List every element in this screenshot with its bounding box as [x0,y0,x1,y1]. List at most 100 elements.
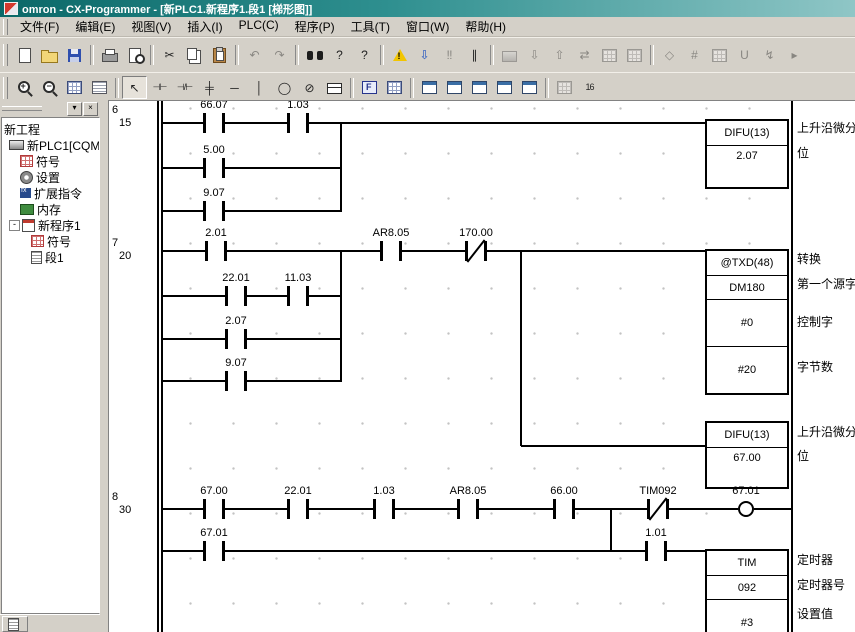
new-coil-button[interactable]: ◯ [272,76,297,99]
cross-reference-button[interactable] [707,44,732,67]
contact-22-01[interactable] [287,499,309,519]
new-or-contact-button[interactable]: ╪ [197,76,222,99]
contact-tim092[interactable] [647,499,669,519]
help-button[interactable]: ? [327,44,352,67]
menu-file[interactable]: 文件(F) [12,16,67,37]
toolbar-grip[interactable] [3,44,8,66]
panel-splitter[interactable] [100,100,108,632]
instruction-operand[interactable]: 67.00 [707,447,787,487]
function-block-button[interactable] [357,76,382,99]
contact-170-00[interactable] [465,241,487,261]
online-monitor-button[interactable]: ‼ [437,44,462,67]
compile-button[interactable]: ⇩ [412,44,437,67]
menu-view[interactable]: 视图(V) [123,16,179,37]
compare-with-plc-button[interactable]: ⇄ [572,44,597,67]
contact-ar8-05[interactable] [457,499,479,519]
program1-node[interactable]: -新程序1 [2,217,99,233]
menu-grip[interactable] [3,19,8,35]
toolbar-grip[interactable] [3,77,8,99]
panel-drag-grip[interactable] [2,106,42,111]
menu-program[interactable]: 程序(P) [287,16,343,37]
print-button[interactable] [97,44,122,67]
open-button[interactable] [37,44,62,67]
symbol-table-button[interactable] [382,76,407,99]
section-view-button[interactable] [467,76,492,99]
tree-expander-icon[interactable]: - [9,220,20,231]
section1-node[interactable]: 段1 [2,249,99,265]
instruction-operand[interactable]: DIFU(13) [707,121,787,145]
error-list-button[interactable] [387,44,412,67]
new-vertical-button[interactable]: │ [247,76,272,99]
mnemonic-view-button[interactable] [417,76,442,99]
txd-instruction-box[interactable]: @TXD(48)DM180#0#20 [705,249,789,395]
new-horizontal-button[interactable]: ─ [222,76,247,99]
menu-edit[interactable]: 编辑(E) [67,16,123,37]
zoom-out-button[interactable] [37,76,62,99]
online-edit-button[interactable]: ◇ [657,44,682,67]
instruction-operand[interactable]: #3 [707,599,787,632]
menu-help[interactable]: 帮助(H) [457,16,514,37]
memory-node[interactable]: 内存 [2,201,99,217]
upload-from-plc-button[interactable]: ⇧ [547,44,572,67]
contact-66-07[interactable] [203,113,225,133]
instruction-operand[interactable]: DM180 [707,275,787,299]
instruction-operand[interactable]: @TXD(48) [707,251,787,275]
properties-button[interactable] [492,76,517,99]
panel-close-button[interactable]: × [83,102,98,116]
global-symbols-node[interactable]: 符号 [2,153,99,169]
coil-67-01[interactable] [738,501,754,517]
instruction-operand[interactable]: DIFU(13) [707,423,787,447]
output-window-button[interactable] [517,76,542,99]
instruction-operand[interactable]: 2.07 [707,145,787,187]
contact-11-03[interactable] [287,286,309,306]
save-button[interactable] [62,44,87,67]
contact-5-00[interactable] [203,158,225,178]
contact-1-03[interactable] [373,499,395,519]
contact-66-00[interactable] [553,499,575,519]
contact-2-07[interactable] [225,329,247,349]
watch-button[interactable] [552,76,577,99]
contact-1-03[interactable] [287,113,309,133]
menu-window[interactable]: 窗口(W) [398,16,457,37]
address-reference-button[interactable]: # [682,44,707,67]
monitor-window-button[interactable] [597,44,622,67]
contact-67-01[interactable] [203,541,225,561]
plc-node[interactable]: 新PLC1[CQM1] [2,137,99,153]
work-online-button[interactable] [497,44,522,67]
contact-9-07[interactable] [203,201,225,221]
cut-button[interactable]: ✂ [157,44,182,67]
pause-button[interactable]: ∥ [462,44,487,67]
difu-instruction-box-2[interactable]: DIFU(13)67.00 [705,421,789,489]
settings-node[interactable]: 设置 [2,169,99,185]
project-tab[interactable] [2,616,28,632]
contact-2-01[interactable] [205,241,227,261]
tim-instruction-box[interactable]: TIM092#3 [705,549,789,632]
ladder-diagram-editor[interactable]: DIFU(13)2.07@TXD(48)DM180#0#20DIFU(13)67… [108,100,855,632]
contact-1-01[interactable] [645,541,667,561]
panel-menu-button[interactable]: ▾ [67,102,82,116]
instruction-operand[interactable]: #20 [707,346,787,393]
download-to-plc-button[interactable]: ⇩ [522,44,547,67]
program1-symbols-node[interactable]: 符号 [2,233,99,249]
project-root-node[interactable]: 新工程 [2,121,99,137]
menu-plc[interactable]: PLC(C) [231,16,287,37]
zoom-in-button[interactable] [12,76,37,99]
menu-tools[interactable]: 工具(T) [343,16,398,37]
new-contact-button[interactable]: ⊣⊢ [147,76,172,99]
comment-view-button[interactable] [87,76,112,99]
difu-instruction-box-1[interactable]: DIFU(13)2.07 [705,119,789,189]
new-closed-coil-button[interactable]: ⊘ [297,76,322,99]
new-file-button[interactable] [12,44,37,67]
select-tool-button[interactable]: ↖ [122,76,147,99]
contact-ar8-05[interactable] [380,241,402,261]
instruction-operand[interactable]: #0 [707,299,787,346]
grid-toggle-button[interactable] [62,76,87,99]
instruction-operand[interactable]: TIM [707,551,787,575]
contact-22-01[interactable] [225,286,247,306]
redo-button[interactable]: ↷ [267,44,292,67]
instruction-operand[interactable]: 092 [707,575,787,599]
watch-window-button[interactable] [622,44,647,67]
run-mode-button[interactable]: ▸ [782,44,807,67]
expansion-instructions-node[interactable]: 扩展指令 [2,185,99,201]
contact-67-00[interactable] [203,499,225,519]
